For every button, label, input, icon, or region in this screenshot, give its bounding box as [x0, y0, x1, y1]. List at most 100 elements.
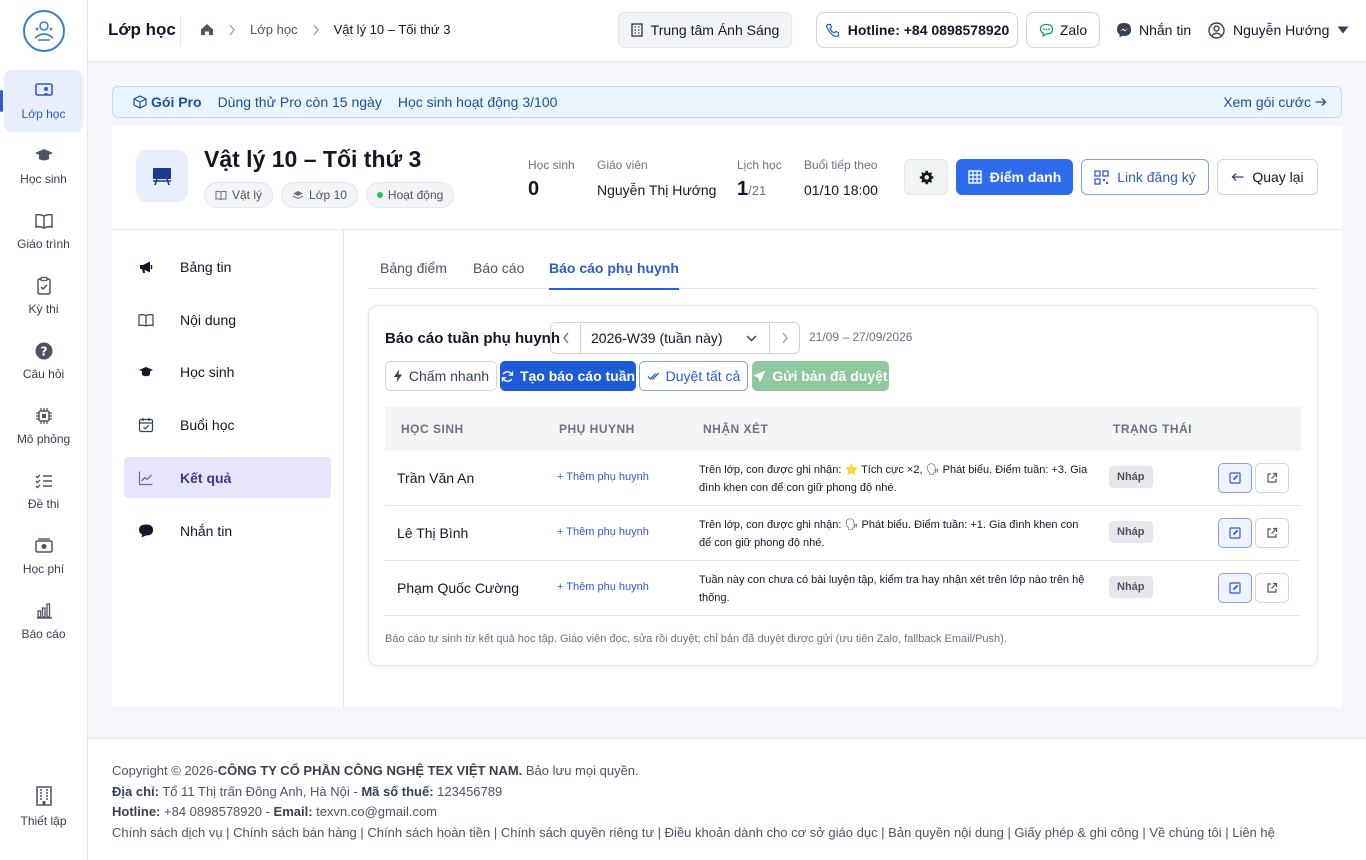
subnav-label: Nội dung — [180, 311, 237, 328]
stat-teacher: Giáo viên Nguyễn Thị Hướng — [597, 158, 716, 198]
status-badge: Nháp — [1109, 466, 1153, 488]
logo-icon[interactable] — [23, 10, 65, 52]
tag-subject: Vật lý — [204, 182, 274, 208]
rail-label: Báo cáo — [21, 627, 66, 641]
user-menu[interactable]: Nguyễn Hướng — [1208, 12, 1349, 48]
column-header: HỌC SINH — [401, 422, 464, 436]
edit-icon — [1229, 582, 1241, 594]
rail-item-tests[interactable]: Đề thi — [4, 460, 83, 522]
back-button[interactable]: Quay lại — [1217, 159, 1318, 195]
tab-reports[interactable]: Báo cáo — [473, 260, 524, 288]
add-parent-link[interactable]: + Thêm phụ huynh — [557, 526, 649, 538]
week-date-range: 21/09 – 27/09/2026 — [809, 330, 913, 344]
hotline-label: Hotline: — [112, 804, 161, 819]
table-row: Phạm Quốc Cường + Thêm phụ huynh Tuần nà… — [385, 561, 1301, 616]
report-note: Tuần này con chưa có bài luyện tập, kiểm… — [699, 574, 1085, 604]
money-icon — [34, 538, 53, 553]
chevron-right-icon — [312, 24, 320, 36]
add-parent-link[interactable]: + Thêm phụ huynh — [557, 581, 649, 593]
line-chart-icon — [138, 471, 153, 485]
settings-button[interactable] — [904, 159, 948, 195]
open-report-button[interactable] — [1255, 518, 1289, 548]
attendance-button[interactable]: Điểm danh — [956, 159, 1073, 195]
open-report-button[interactable] — [1255, 463, 1289, 493]
tax-label: Mã số thuế: — [361, 783, 434, 799]
rail-label: Mô phỏng — [16, 432, 71, 446]
send-approved-button[interactable]: Gửi bản đã duyệt — [752, 361, 889, 391]
breadcrumb-item[interactable]: Lớp học — [250, 22, 298, 37]
tab-gradebook[interactable]: Bảng điểm — [380, 260, 447, 288]
view-plans-link[interactable]: Xem gói cước — [1223, 94, 1327, 110]
column-header: PHỤ HUYNH — [559, 422, 635, 436]
home-icon[interactable] — [200, 23, 214, 36]
week-dropdown[interactable]: 2026-W39 (tuần này) — [581, 323, 769, 353]
email-value[interactable]: texvn.co@gmail.com — [313, 804, 437, 819]
address-label: Địa chỉ: — [112, 783, 159, 799]
rail-item-curriculum[interactable]: Giáo trình — [4, 200, 83, 262]
subnav-item-results[interactable]: Kết quả — [124, 457, 331, 498]
subnav-item-messages[interactable]: Nhắn tin — [124, 510, 331, 551]
approve-all-button[interactable]: Duyệt tất cả — [639, 361, 748, 391]
class-tags: Vật lý Lớp 10 Hoạt động — [204, 182, 455, 208]
email-label: Email: — [273, 804, 313, 819]
tag-label: Vật lý — [232, 188, 263, 202]
open-report-button[interactable] — [1255, 573, 1289, 603]
breadcrumb: Lớp học Vật lý 10 – Tối thứ 3 — [200, 22, 450, 37]
rail-item-simulation[interactable]: Mô phỏng — [4, 395, 83, 457]
list-check-icon — [35, 474, 52, 489]
refresh-icon — [501, 370, 514, 382]
edit-report-button[interactable] — [1218, 573, 1252, 603]
attendance-label: Điểm danh — [989, 169, 1062, 185]
status-dot-icon — [376, 192, 383, 198]
tag-label: Hoạt động — [387, 188, 444, 202]
messenger-button[interactable]: Nhắn tin — [1116, 12, 1191, 48]
book-open-icon — [138, 313, 154, 327]
subnav-item-sessions[interactable]: Buổi học — [124, 404, 331, 445]
hotline-button[interactable]: Hotline: +84 0898578920 — [816, 12, 1018, 48]
subnav-item-students[interactable]: Học sinh — [124, 351, 331, 392]
megaphone-icon — [140, 261, 153, 273]
graduation-cap-icon — [139, 366, 153, 376]
rail-label: Câu hỏi — [22, 367, 65, 381]
next-week-button[interactable] — [769, 323, 799, 353]
registration-link-label: Link đăng ký — [1117, 169, 1196, 185]
add-parent-link[interactable]: + Thêm phụ huynh — [557, 471, 649, 483]
stat-label: Học sinh — [528, 158, 575, 172]
layers-icon — [292, 191, 304, 200]
rail-item-reports[interactable]: Báo cáo — [4, 590, 83, 652]
schedule-done: 1 — [737, 178, 749, 200]
top-bar: Lớp học Lớp học Vật lý 10 – Tối thứ 3 Tr… — [88, 0, 1366, 62]
zalo-button[interactable]: Zalo — [1026, 12, 1100, 48]
package-icon — [133, 95, 147, 109]
quick-grade-button[interactable]: Chấm nhanh — [385, 361, 497, 391]
view-plans-label: Xem gói cước — [1223, 94, 1311, 110]
center-selector-button[interactable]: Trung tâm Ánh Sáng — [618, 12, 792, 48]
send-approved-label: Gửi bản đã duyệt — [772, 368, 888, 384]
week-value: 2026-W39 (tuần này) — [591, 330, 723, 346]
prev-week-button[interactable] — [551, 323, 581, 353]
registration-link-button[interactable]: Link đăng ký — [1081, 159, 1209, 195]
tab-parent-reports[interactable]: Báo cáo phụ huynh — [549, 260, 679, 290]
footer-links[interactable]: Chính sách dịch vụ | Chính sách bán hàng… — [112, 823, 1366, 844]
left-rail: Lớp học Học sinh Giáo trình Kỳ thi ? Câu… — [0, 0, 88, 860]
rail-item-exams[interactable]: Kỳ thi — [4, 265, 83, 327]
back-label: Quay lại — [1252, 169, 1304, 185]
rail-item-settings[interactable]: Thiết lập — [4, 782, 83, 832]
table-header: HỌC SINH PHỤ HUYNH NHẬN XÉT TRẠNG THÁI — [385, 407, 1301, 451]
rail-item-fees[interactable]: Học phí — [4, 525, 83, 587]
report-title: Báo cáo tuần phụ huynh — [385, 330, 560, 347]
hotline-value: +84 0898578920 - — [160, 804, 274, 819]
rail-item-classes[interactable]: Lớp học — [0, 70, 83, 132]
rail-item-questions[interactable]: ? Câu hỏi — [4, 330, 83, 392]
edit-report-button[interactable] — [1218, 463, 1252, 493]
tag-status: Hoạt động — [365, 182, 455, 208]
report-note: Trên lớp, con được ghi nhận: 🗣 Phát biểu… — [699, 519, 1079, 549]
svg-text:?: ? — [40, 345, 47, 359]
subnav-item-board[interactable]: Bảng tin — [124, 246, 331, 287]
tab-bar: Bảng điểm Báo cáo Báo cáo phụ huynh — [368, 230, 1318, 290]
subnav-item-content[interactable]: Nội dung — [124, 299, 331, 340]
edit-report-button[interactable] — [1218, 518, 1252, 548]
report-note: Trên lớp, con được ghi nhận: ⭐ Tích cực … — [699, 464, 1088, 494]
rail-item-students[interactable]: Học sinh — [4, 135, 83, 197]
create-weekly-report-button[interactable]: Tạo báo cáo tuần — [500, 361, 636, 391]
